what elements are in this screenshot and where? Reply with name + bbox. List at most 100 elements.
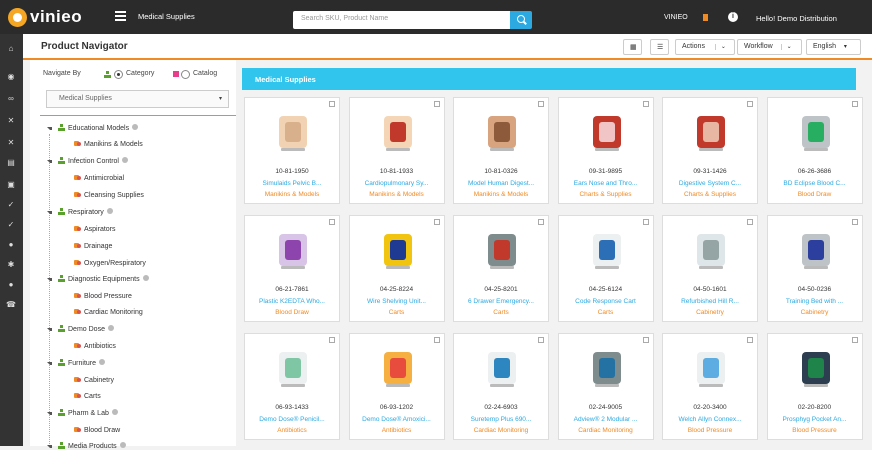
product-name-link[interactable]: Demo Dose® Amoxici... (350, 416, 444, 423)
product-category[interactable]: Carts (559, 309, 653, 316)
product-name-link[interactable]: Ears Nose and Thro... (559, 180, 653, 187)
product-card[interactable]: 04-25-8201 6 Drawer Emergency... Carts (453, 215, 549, 322)
product-card[interactable]: 09-31-1426 Digestive System C... Charts & … (662, 97, 758, 204)
thumbs-up-icon[interactable]: ✓ (6, 200, 16, 209)
logo[interactable]: vinieo (8, 7, 82, 27)
penicillin-image[interactable] (269, 346, 317, 390)
tools-icon[interactable]: ✕ (6, 116, 16, 125)
needle-image[interactable] (792, 110, 840, 154)
monitor-image[interactable] (583, 346, 631, 390)
product-card[interactable]: 02-20-8200 Prosphyg Pocket An... Blood Pre… (766, 333, 863, 440)
user-icon[interactable]: ● (6, 240, 16, 249)
grid-view-button[interactable]: ▦ (623, 39, 642, 55)
product-name-link[interactable]: Cardiopulmonary Sy... (350, 180, 444, 187)
product-name-link[interactable]: Training Bed with ... (768, 298, 862, 305)
product-category[interactable]: Blood Pressure (768, 427, 862, 434)
product-name-link[interactable]: Simulaids Pelvic B... (245, 180, 339, 187)
product-category[interactable]: Carts (350, 309, 444, 316)
thermometer-image[interactable] (478, 346, 526, 390)
product-category[interactable]: Blood Pressure (663, 427, 757, 434)
product-name-link[interactable]: 6 Drawer Emergency... (454, 298, 548, 305)
product-card[interactable]: 02-20-3400 Welch Allyn Connex... Blood Pre… (662, 333, 758, 440)
product-card[interactable]: 04-50-1601 Refurbished Hill R... Cabinetry (662, 215, 758, 322)
workflow-dropdown[interactable]: Workflow ⌄ (737, 39, 802, 55)
sphygmomanometer-image[interactable] (792, 346, 840, 390)
tree-item-carts[interactable]: Carts (74, 392, 101, 400)
pelvic-model-image[interactable] (269, 110, 317, 154)
product-card[interactable]: 04-25-8224 Wire Shelving Unit... Carts (348, 215, 445, 322)
cardio-model-image[interactable] (374, 110, 422, 154)
bp-monitor-image[interactable] (687, 346, 735, 390)
actions-dropdown[interactable]: Actions ⌄ (675, 39, 735, 55)
select-checkbox[interactable] (747, 101, 753, 107)
select-checkbox[interactable] (851, 337, 858, 343)
tree-item-blood-pressure[interactable]: Blood Pressure (74, 292, 132, 300)
tree-item-blood-draw[interactable]: Blood Draw (74, 426, 120, 434)
select-checkbox[interactable] (747, 219, 753, 225)
tree-item-cardiac-monitoring[interactable]: Cardiac Monitoring (74, 308, 143, 316)
settings-icon[interactable]: ✱ (6, 260, 16, 269)
select-checkbox[interactable] (538, 101, 544, 107)
product-category[interactable]: Antibiotics (350, 427, 444, 434)
select-checkbox[interactable] (642, 219, 649, 225)
product-category[interactable]: Blood Draw (245, 309, 339, 316)
tree-item-demo-dose[interactable]: Demo Dose (58, 325, 114, 333)
expand-icon[interactable] (47, 278, 52, 283)
product-card[interactable]: 06-93-1202 Demo Dose® Amoxici... Antibioti… (348, 333, 445, 440)
menu-icon[interactable] (115, 11, 126, 21)
product-card[interactable]: 06-26-3686 BD Eclipse Blood C... Blood Dra… (766, 97, 863, 204)
product-card[interactable]: 06-93-1433 Demo Dose® Penicil... Antibioti… (244, 333, 340, 440)
product-name-link[interactable]: Model Human Digest... (454, 180, 548, 187)
user-greeting[interactable]: Hello! Demo Distribution (756, 14, 837, 23)
link-icon[interactable]: ∞ (6, 94, 16, 103)
select-checkbox[interactable] (433, 219, 440, 225)
ent-chart-image[interactable] (583, 110, 631, 154)
select-checkbox[interactable] (329, 101, 335, 107)
product-name-link[interactable]: BD Eclipse Blood C... (768, 180, 862, 187)
select-checkbox[interactable] (851, 219, 858, 225)
thumbs-up-icon[interactable]: ✓ (6, 220, 16, 229)
product-name-link[interactable]: Code Response Cart (559, 298, 653, 305)
select-checkbox[interactable] (329, 337, 335, 343)
tree-item-cleansing-supplies[interactable]: Cleansing Supplies (74, 191, 144, 199)
language-dropdown[interactable]: English ▾ (806, 39, 861, 55)
dashboard-icon[interactable]: ◉ (6, 72, 16, 81)
product-card[interactable]: 04-50-0236 Training Bed with ... Cabinetry (766, 215, 863, 322)
product-name-link[interactable]: Prosphyg Pocket An... (768, 416, 862, 423)
product-card[interactable]: 02-24-9005 Adview® 2 Modular ... Cardiac M… (557, 333, 654, 440)
tools-icon[interactable]: ✕ (6, 138, 16, 147)
amoxicillin-image[interactable] (374, 346, 422, 390)
info-icon[interactable]: i (728, 12, 738, 22)
product-card[interactable]: 10-81-1950 Simulaids Pelvic B... Manikins … (244, 97, 340, 204)
product-category[interactable]: Manikins & Models (454, 191, 548, 198)
product-name-link[interactable]: Demo Dose® Penicil... (245, 416, 339, 423)
product-category[interactable]: Cardiac Monitoring (559, 427, 653, 434)
camera-icon[interactable]: ▣ (6, 180, 16, 189)
expand-icon[interactable] (47, 211, 52, 216)
product-card[interactable]: 09-31-9895 Ears Nose and Thro... Charts & … (557, 97, 654, 204)
product-name-link[interactable]: Wire Shelving Unit... (350, 298, 444, 305)
product-category[interactable]: Manikins & Models (245, 191, 339, 198)
product-name-link[interactable]: Adview® 2 Modular ... (559, 416, 653, 423)
tree-item-respiratory[interactable]: Respiratory (58, 208, 113, 216)
product-category[interactable]: Antibiotics (245, 427, 339, 434)
tree-item-pharm-lab[interactable]: Pharm & Lab (58, 409, 118, 417)
product-card[interactable]: 10-81-0326 Model Human Digest... Manikins … (453, 97, 549, 204)
tree-item-educational-models[interactable]: Educational Models (58, 124, 139, 132)
tree-item-antibiotics[interactable]: Antibiotics (74, 342, 116, 350)
select-checkbox[interactable] (433, 337, 440, 343)
info-icon[interactable]: ● (6, 280, 16, 289)
tree-item-aspirators[interactable]: Aspirators (74, 225, 116, 233)
product-category[interactable]: Charts & Supplies (559, 191, 653, 198)
tubes-image[interactable] (269, 228, 317, 272)
select-checkbox[interactable] (642, 337, 649, 343)
product-category[interactable]: Cardiac Monitoring (454, 427, 548, 434)
product-name-link[interactable]: Digestive System C... (663, 180, 757, 187)
home-icon[interactable]: ⌂ (6, 44, 16, 53)
product-category[interactable]: Carts (454, 309, 548, 316)
select-checkbox[interactable] (538, 219, 544, 225)
phone-icon[interactable]: ☎ (6, 300, 16, 309)
product-name-link[interactable]: Welch Allyn Connex... (663, 416, 757, 423)
product-card[interactable]: 10-81-1933 Cardiopulmonary Sy... Manikins … (348, 97, 445, 204)
tree-item-manikins-models[interactable]: Manikins & Models (74, 140, 143, 148)
